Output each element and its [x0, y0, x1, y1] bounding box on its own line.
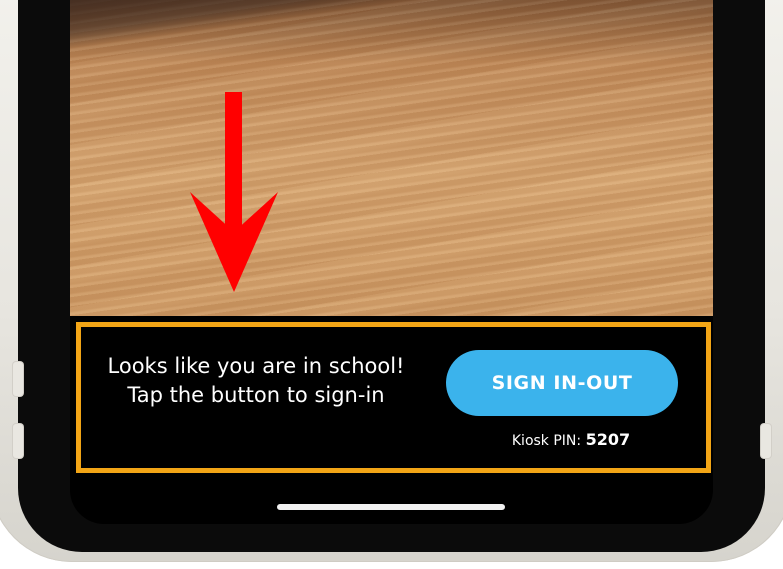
sign-in-banner: Looks like you are in school! Tap the bu…: [76, 322, 711, 473]
side-button: [13, 424, 23, 458]
side-button: [13, 362, 23, 396]
side-button: [761, 424, 771, 458]
camera-view: [70, 0, 713, 316]
sign-in-out-button[interactable]: SIGN IN-OUT: [446, 350, 678, 416]
home-indicator[interactable]: [277, 504, 505, 510]
banner-message: Looks like you are in school! Tap the bu…: [107, 354, 405, 407]
kiosk-pin-label: Kiosk PIN:: [511, 433, 582, 449]
down-arrow-icon: [190, 92, 278, 292]
kiosk-pin-value: 5207: [585, 430, 631, 449]
phone-screen: Looks like you are in school! Tap the bu…: [70, 0, 713, 524]
kiosk-pin: Kiosk PIN: 5207: [461, 430, 681, 449]
